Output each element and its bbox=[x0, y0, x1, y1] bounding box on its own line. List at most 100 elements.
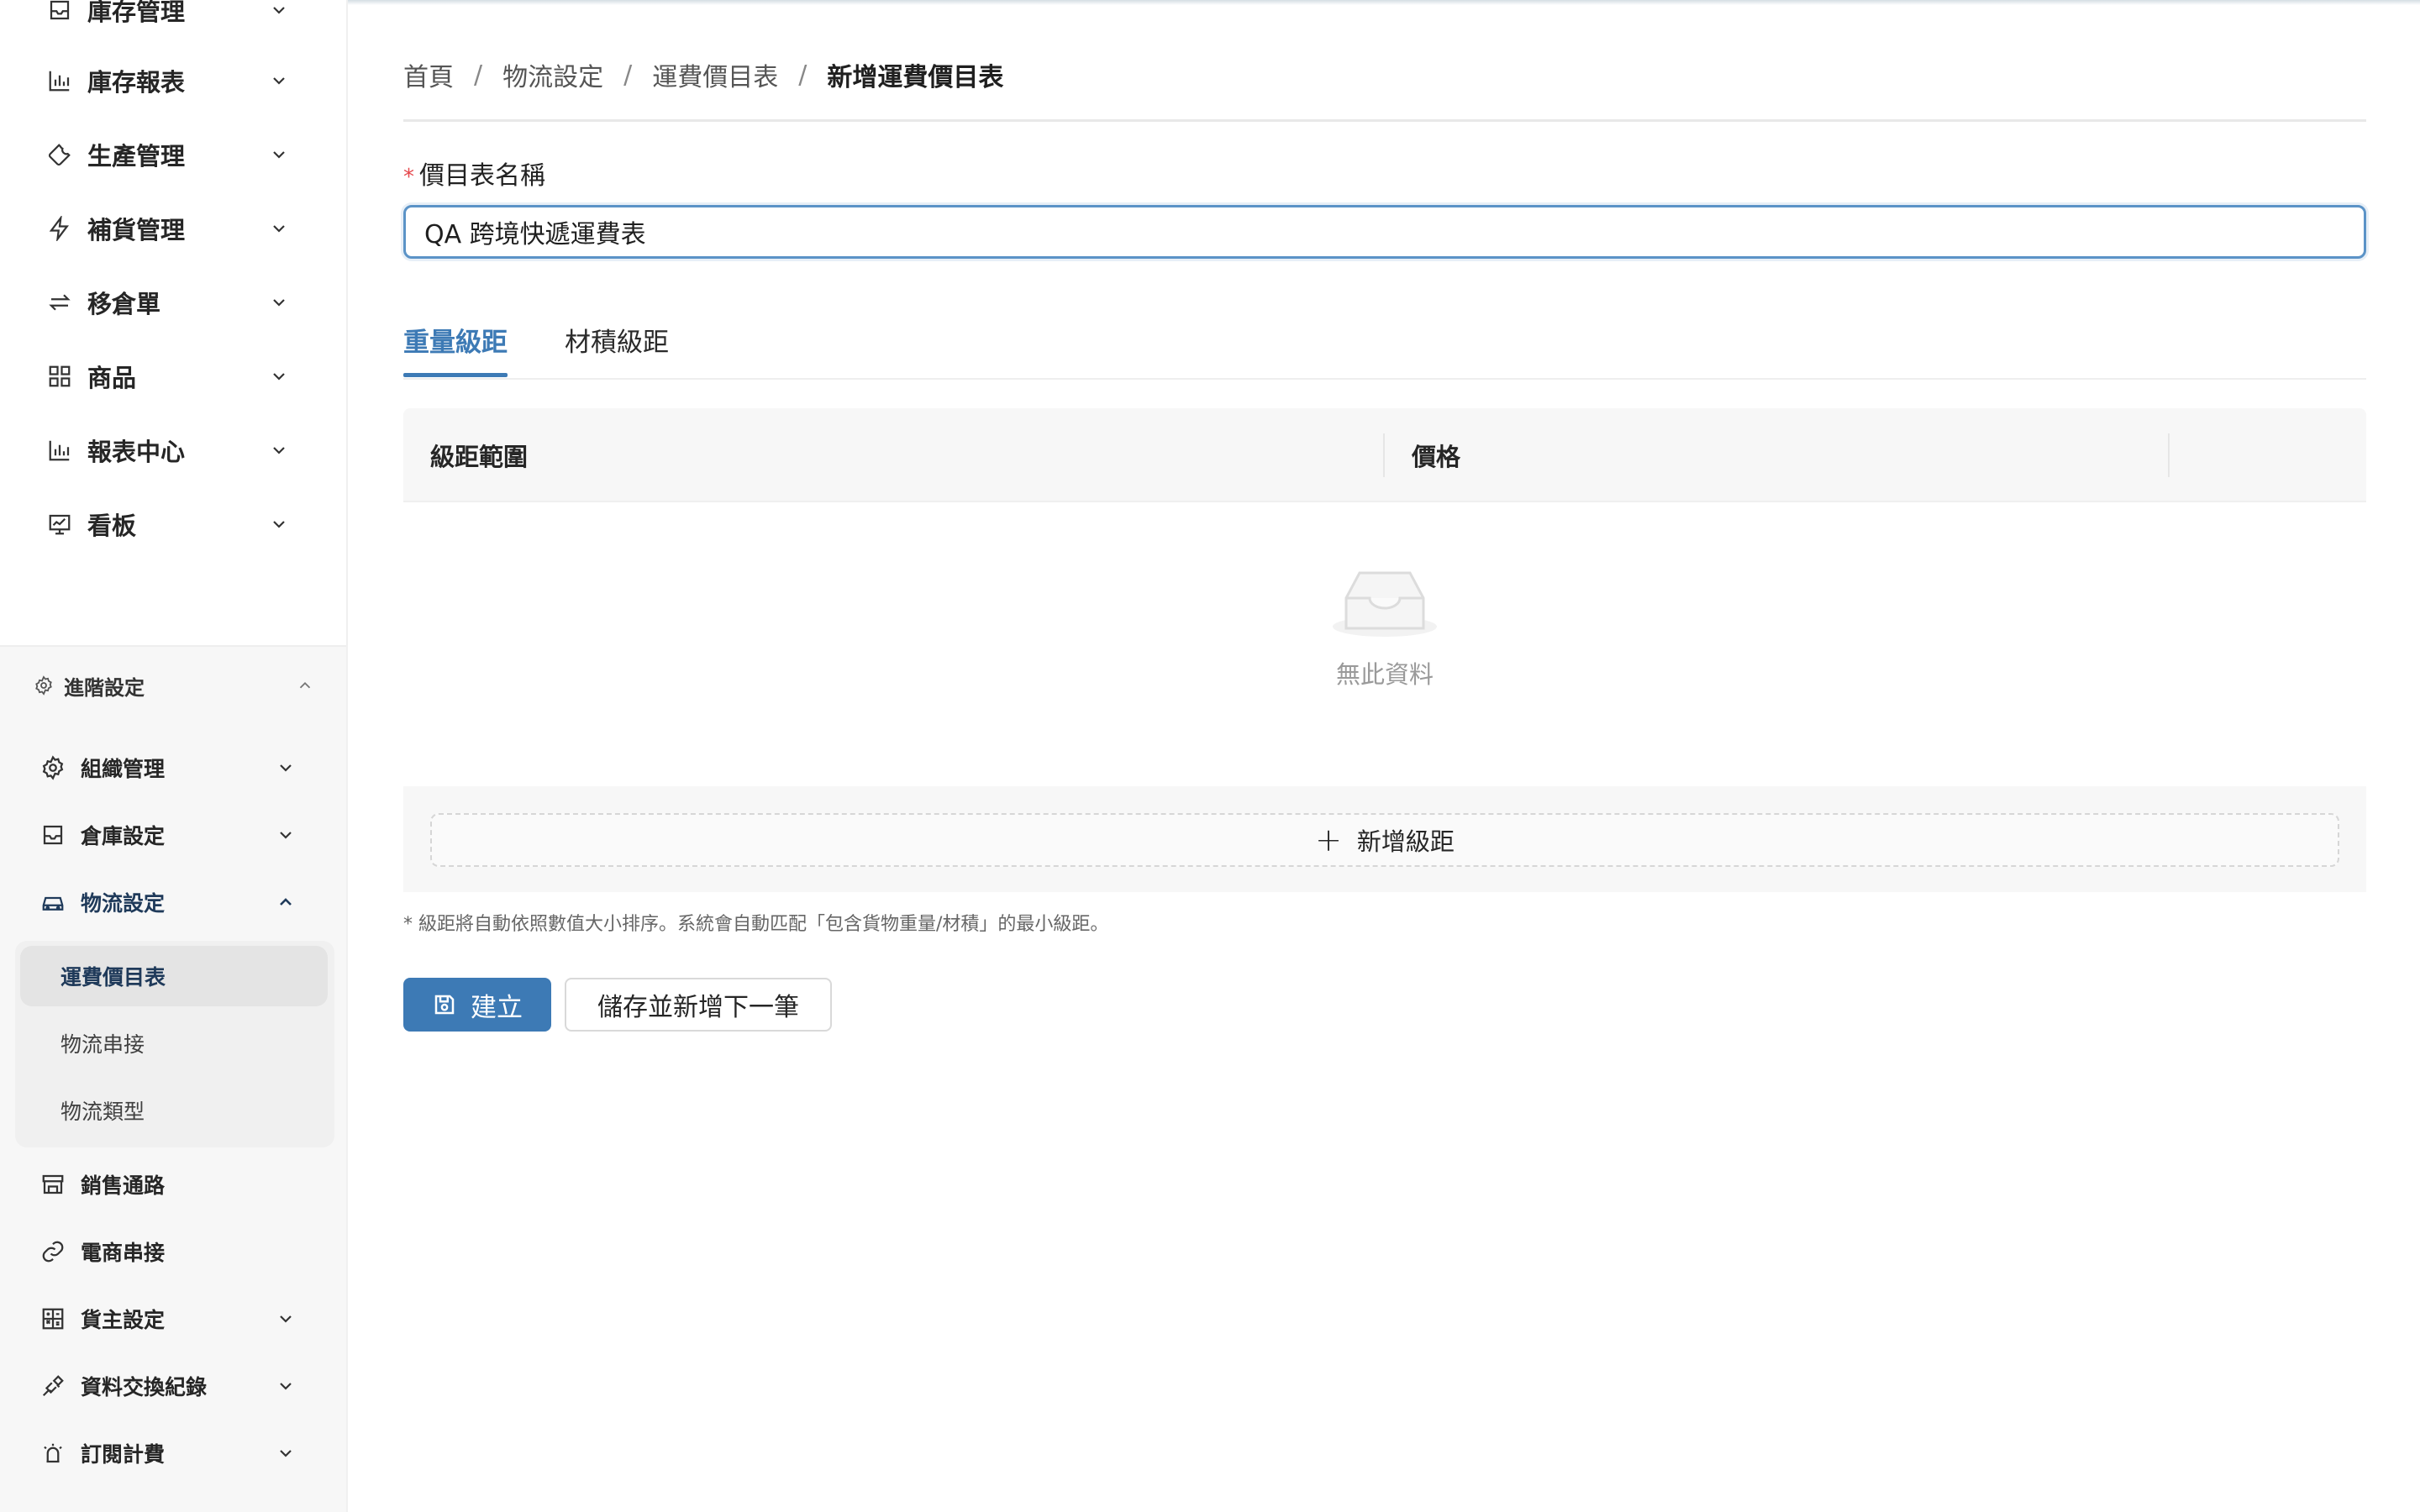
chevron-down-icon bbox=[267, 365, 291, 388]
sidebar-item-inventory-report[interactable]: 庫存報表 bbox=[0, 44, 346, 118]
field-label-text: 價目表名稱 bbox=[419, 161, 545, 191]
inbox-icon bbox=[39, 821, 67, 849]
chevron-down-icon bbox=[267, 512, 291, 536]
sidebar-item-label: 生產管理 bbox=[87, 142, 186, 171]
grid-icon bbox=[45, 362, 74, 391]
sidebar-item-organization[interactable]: 組織管理 bbox=[0, 734, 346, 801]
swap-icon bbox=[45, 288, 74, 317]
create-button-label: 建立 bbox=[471, 992, 523, 1023]
chevron-down-icon bbox=[274, 756, 297, 780]
chevron-down-icon bbox=[267, 438, 291, 462]
add-tier-row: + 新增級距 bbox=[403, 786, 2366, 892]
add-tier-button[interactable]: + 新增級距 bbox=[430, 813, 2339, 867]
sidebar-item-logistics-settings[interactable]: 物流設定 bbox=[0, 869, 346, 936]
column-header-price: 價格 bbox=[1412, 443, 1461, 471]
breadcrumb-home[interactable]: 首頁 bbox=[403, 56, 454, 93]
sidebar-item-ecommerce-integration[interactable]: 電商串接 bbox=[0, 1218, 346, 1285]
sidebar-item-replenishment[interactable]: 補貨管理 bbox=[0, 192, 346, 265]
calculator-icon bbox=[39, 1305, 67, 1333]
sidebar-item-warehouse-settings[interactable]: 倉庫設定 bbox=[0, 801, 346, 869]
inbox-icon bbox=[45, 0, 74, 24]
submenu-item-freight-price-list[interactable]: 運費價目表 bbox=[20, 946, 328, 1006]
sidebar-item-label: 物流設定 bbox=[81, 891, 166, 916]
gear-icon bbox=[39, 753, 67, 782]
chevron-down-icon bbox=[267, 143, 291, 166]
tier-tabs: 重量級距 材積級距 bbox=[403, 311, 2366, 380]
breadcrumb-separator: / bbox=[798, 60, 808, 90]
empty-state: 無此資料 bbox=[403, 502, 2366, 741]
sidebar-item-label: 庫存報表 bbox=[87, 68, 186, 97]
gear-icon bbox=[32, 674, 55, 697]
price-list-name-label: * 價目表名稱 bbox=[403, 155, 545, 192]
breadcrumb: 首頁 / 物流設定 / 運費價目表 / 新增運費價目表 bbox=[403, 55, 1003, 94]
sidebar-item-label: 補貨管理 bbox=[87, 216, 186, 244]
sidebar-item-dashboard[interactable]: 看板 bbox=[0, 487, 346, 561]
sidebar-item-subscription-billing[interactable]: 訂閱計費 bbox=[0, 1420, 346, 1487]
plus-icon: + bbox=[1315, 822, 1342, 858]
breadcrumb-separator: / bbox=[623, 60, 633, 90]
wrench-icon bbox=[45, 140, 74, 169]
car-icon bbox=[39, 888, 67, 916]
column-divider bbox=[1383, 433, 1385, 477]
header-shadow bbox=[348, 0, 2420, 5]
sidebar: 庫存管理 庫存報表 生產管理 補貨管理 移倉單 商品 報表中心 看板 進階設定 … bbox=[0, 0, 348, 1512]
tab-volume-tiers[interactable]: 材積級距 bbox=[565, 321, 669, 376]
sidebar-main-nav: 庫存管理 庫存報表 生產管理 補貨管理 移倉單 商品 報表中心 看板 bbox=[0, 0, 346, 645]
create-button[interactable]: 建立 bbox=[403, 978, 551, 1032]
sidebar-item-data-exchange-log[interactable]: 資料交換紀錄 bbox=[0, 1352, 346, 1420]
breadcrumb-separator: / bbox=[474, 60, 483, 90]
chevron-down-icon bbox=[274, 823, 297, 847]
chevron-down-icon bbox=[274, 1374, 297, 1398]
sidebar-item-label: 貨主設定 bbox=[81, 1308, 166, 1332]
save-and-new-button[interactable]: 儲存並新增下一筆 bbox=[565, 978, 832, 1032]
sidebar-item-label: 移倉單 bbox=[87, 290, 161, 318]
add-tier-label: 新增級距 bbox=[1356, 827, 1455, 856]
chevron-down-icon bbox=[267, 217, 291, 240]
sidebar-item-transfer[interactable]: 移倉單 bbox=[0, 265, 346, 339]
chevron-down-icon bbox=[267, 0, 291, 22]
column-divider bbox=[2168, 433, 2170, 477]
sidebar-item-label: 報表中心 bbox=[87, 438, 186, 466]
sidebar-section-advanced-settings[interactable]: 進階設定 bbox=[0, 652, 346, 719]
chevron-up-icon bbox=[294, 675, 316, 696]
chevron-down-icon bbox=[267, 291, 291, 314]
api-icon bbox=[39, 1372, 67, 1400]
sidebar-item-label: 訂閱計費 bbox=[81, 1442, 166, 1467]
sidebar-item-label: 資料交換紀錄 bbox=[81, 1375, 208, 1399]
shop-icon bbox=[39, 1170, 67, 1199]
dashboard-icon bbox=[45, 510, 74, 538]
tier-hint-text: * 級距將自動依照數值大小排序。系統會自動匹配「包含貨物重量/材積」的最小級距。 bbox=[403, 914, 1109, 935]
header-divider bbox=[403, 119, 2366, 122]
bar-chart-icon bbox=[45, 436, 74, 465]
empty-inbox-icon bbox=[1331, 570, 1439, 640]
tab-weight-tiers[interactable]: 重量級距 bbox=[403, 321, 508, 377]
sidebar-item-inventory[interactable]: 庫存管理 bbox=[0, 0, 346, 47]
empty-state-text: 無此資料 bbox=[1335, 660, 1434, 689]
chevron-down-icon bbox=[267, 69, 291, 92]
breadcrumb-freight-price-list[interactable]: 運費價目表 bbox=[652, 56, 778, 93]
submenu-item-logistics-integration[interactable]: 物流串接 bbox=[20, 1013, 328, 1074]
sidebar-item-sales-channels[interactable]: 銷售通路 bbox=[0, 1151, 346, 1218]
submenu-item-logistics-types[interactable]: 物流類型 bbox=[20, 1080, 328, 1141]
table-header: 級距範圍 價格 bbox=[403, 408, 2366, 502]
breadcrumb-current: 新增運費價目表 bbox=[827, 63, 1004, 92]
tier-table: 級距範圍 價格 無此資料 + 新增級距 bbox=[403, 408, 2366, 892]
sidebar-item-products[interactable]: 商品 bbox=[0, 339, 346, 413]
price-list-name-input[interactable] bbox=[403, 205, 2366, 259]
column-header-tier-range: 級距範圍 bbox=[430, 443, 529, 471]
sidebar-item-label: 銷售通路 bbox=[81, 1173, 166, 1198]
breadcrumb-logistics-settings[interactable]: 物流設定 bbox=[502, 56, 603, 93]
chevron-up-icon bbox=[274, 890, 297, 914]
sidebar-item-label: 電商串接 bbox=[81, 1241, 166, 1265]
sidebar-item-owner-settings[interactable]: 貨主設定 bbox=[0, 1285, 346, 1352]
sidebar-item-label: 組織管理 bbox=[81, 757, 166, 781]
sidebar-item-label: 商品 bbox=[87, 364, 137, 392]
chevron-down-icon bbox=[274, 1307, 297, 1331]
chevron-down-icon bbox=[274, 1441, 297, 1465]
sidebar-item-label: 看板 bbox=[87, 512, 137, 540]
sidebar-item-production[interactable]: 生產管理 bbox=[0, 118, 346, 192]
save-icon bbox=[432, 992, 457, 1017]
sidebar-item-report-center[interactable]: 報表中心 bbox=[0, 413, 346, 487]
lightning-icon bbox=[45, 214, 74, 243]
sidebar-item-label: 庫存管理 bbox=[87, 0, 186, 26]
